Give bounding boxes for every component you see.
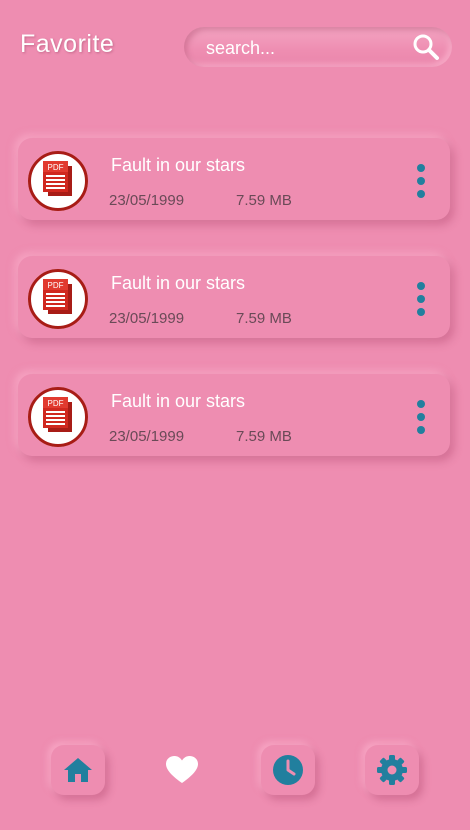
heart-icon bbox=[166, 756, 198, 783]
pdf-icon: PDF bbox=[28, 151, 88, 211]
page-title: Favorite bbox=[20, 30, 115, 58]
nav-recent-button[interactable] bbox=[261, 745, 315, 795]
file-size: 7.59 MB bbox=[236, 192, 292, 209]
file-name: Fault in our stars bbox=[111, 391, 246, 411]
pdf-icon: PDF bbox=[28, 387, 88, 447]
clock-icon bbox=[273, 755, 303, 785]
file-card[interactable]: PDF Fault in our stars 23/05/1999 7.59 M… bbox=[18, 138, 450, 220]
file-date: 23/05/1999 bbox=[109, 428, 185, 445]
home-icon bbox=[64, 758, 92, 782]
svg-text:PDF: PDF bbox=[48, 399, 64, 408]
search-icon[interactable] bbox=[412, 33, 440, 61]
file-card[interactable]: PDF Fault in our stars 23/05/1999 7.59 M… bbox=[18, 256, 450, 338]
more-options-icon[interactable] bbox=[414, 164, 428, 198]
pdf-icon: PDF bbox=[28, 269, 88, 329]
nav-settings-button[interactable] bbox=[365, 745, 419, 795]
search-bar[interactable] bbox=[184, 27, 452, 67]
file-name: Fault in our stars bbox=[111, 155, 246, 175]
svg-text:PDF: PDF bbox=[48, 281, 64, 290]
file-date: 23/05/1999 bbox=[109, 310, 185, 327]
gear-icon bbox=[377, 755, 407, 785]
bottom-nav bbox=[0, 740, 470, 800]
nav-home-button[interactable] bbox=[51, 745, 105, 795]
file-date: 23/05/1999 bbox=[109, 192, 185, 209]
nav-favorite-button[interactable] bbox=[155, 745, 209, 795]
more-options-icon[interactable] bbox=[414, 282, 428, 316]
search-input[interactable] bbox=[204, 33, 408, 63]
file-size: 7.59 MB bbox=[236, 310, 292, 327]
svg-text:PDF: PDF bbox=[48, 163, 64, 172]
file-size: 7.59 MB bbox=[236, 428, 292, 445]
file-name: Fault in our stars bbox=[111, 273, 246, 293]
more-options-icon[interactable] bbox=[414, 400, 428, 434]
file-card[interactable]: PDF Fault in our stars 23/05/1999 7.59 M… bbox=[18, 374, 450, 456]
